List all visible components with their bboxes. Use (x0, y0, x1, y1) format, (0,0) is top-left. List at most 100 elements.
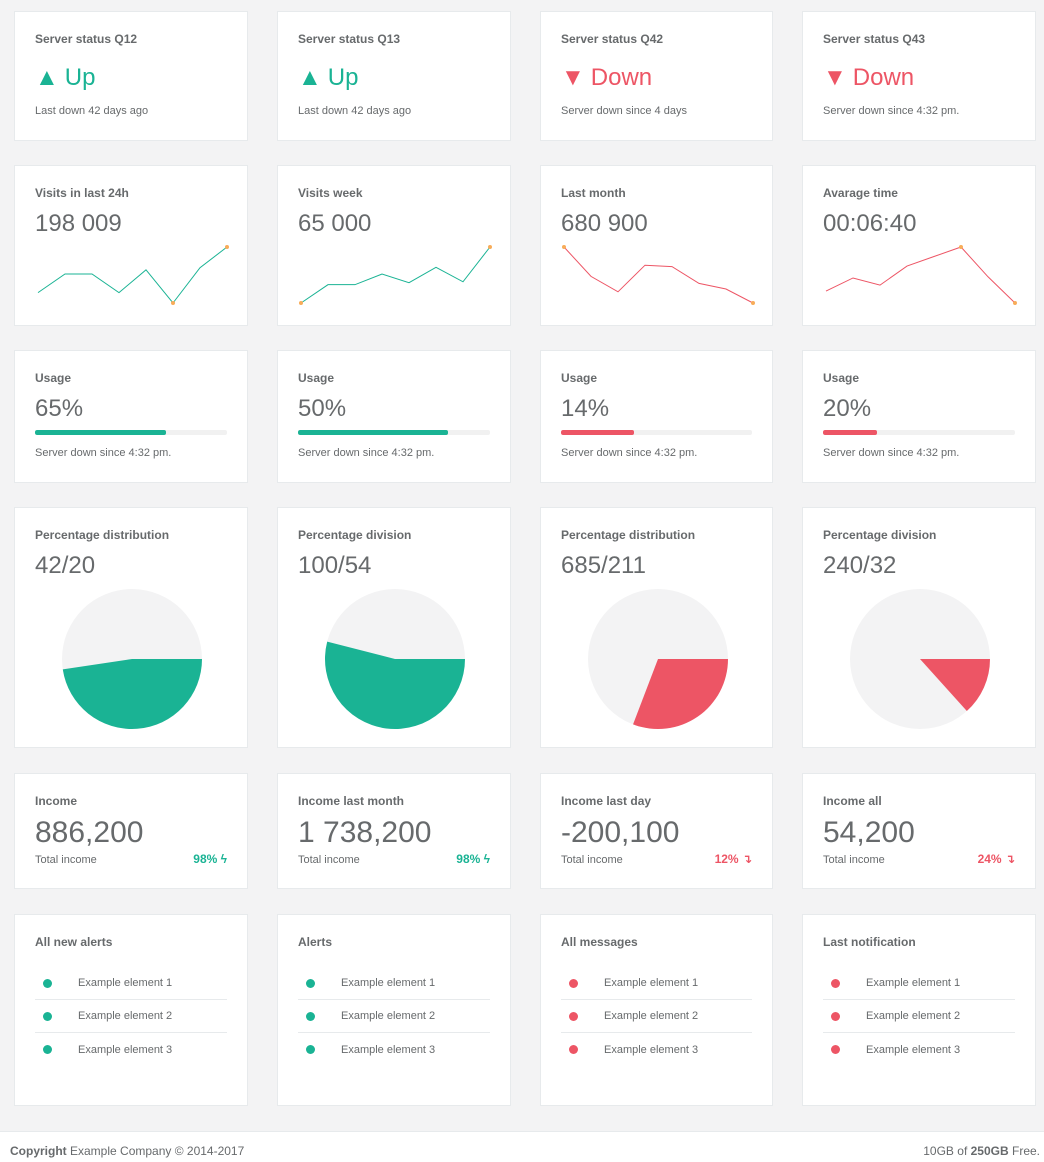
list-widget-new-alerts: All new alerts Example element 1 Example… (14, 914, 248, 1106)
pie-chart (62, 589, 202, 730)
income-percent: 12% ↴ (715, 852, 752, 866)
visits-widget-24h: Visits in last 24h 198 009 (14, 165, 248, 326)
list-item[interactable]: Example element 3 (298, 1033, 490, 1066)
status-dot-icon (306, 1011, 315, 1021)
widget-value: 42/20 (35, 552, 96, 579)
pie-widget-4: Percentage division 240/32 (802, 507, 1036, 748)
list-item-label: Example element 3 (604, 1043, 699, 1056)
income-widget-4: Income all 54,200 Total income 24% ↴ (802, 773, 1036, 889)
usage-progress (298, 430, 490, 435)
usage-progress (35, 430, 227, 435)
status-widget-q13: Server status Q13 ▲ Up Last down 42 days … (277, 11, 511, 141)
usage-widget-4: Usage 20% Server down since 4:32 pm. (802, 350, 1036, 483)
list-item[interactable]: Example element 1 (35, 967, 227, 1000)
list-item[interactable]: Example element 1 (561, 967, 752, 1000)
widget-title: Income last month (298, 794, 405, 808)
status-dot-icon (831, 978, 840, 988)
list-item-label: Example element 3 (866, 1043, 961, 1056)
income-label: Total income (823, 854, 885, 866)
visits-widget-week: Visits week 65 000 (277, 165, 511, 326)
list-item[interactable]: Example element 1 (823, 967, 1015, 1000)
widget-title: Server status Q43 (823, 32, 926, 46)
list-widget-notification: Last notification Example element 1 Exam… (802, 914, 1036, 1106)
progress-bar (298, 430, 448, 435)
sparkline-chart (825, 245, 1017, 305)
widget-title: Income all (823, 794, 882, 808)
storage-of: of (953, 1144, 971, 1158)
sparkline-series (825, 246, 1016, 304)
usage-widget-1: Usage 65% Server down since 4:32 pm. (14, 350, 248, 483)
sparkline-chart (562, 245, 755, 305)
level-down-icon: ↴ (1004, 852, 1015, 866)
income-widget-1: Income 886,200 Total income 98% ϟ (14, 773, 248, 889)
list-item[interactable]: Example element 3 (823, 1033, 1015, 1066)
status-label: Down (852, 64, 915, 91)
income-value: 1 738,200 (298, 816, 432, 849)
status-dot-icon (43, 1045, 52, 1054)
visits-widget-time: Avarage time 00:06:40 (802, 165, 1036, 326)
income-label: Total income (35, 854, 97, 866)
percent-value: 98% (193, 852, 218, 866)
pie-chart (850, 589, 990, 729)
widget-value: 00:06:40 (823, 210, 917, 237)
widget-title: Percentage division (823, 528, 937, 542)
level-down-icon: ↴ (741, 852, 752, 866)
percent-value: 98% (456, 852, 481, 866)
status-note: Last down 42 days ago (298, 105, 412, 117)
widget-title: Percentage distribution (35, 528, 170, 542)
sparkline-series (300, 246, 491, 304)
status-value: ▼ Down (823, 64, 914, 92)
list-item-label: Example element 1 (604, 977, 699, 989)
sparkline-chart (299, 245, 492, 305)
widget-title: Last notification (823, 935, 916, 949)
status-dot-icon (43, 978, 52, 988)
income-value: 54,200 (823, 816, 915, 849)
income-percent: 98% ϟ (193, 852, 227, 866)
widget-title: Last month (561, 186, 626, 200)
list-item[interactable]: Example element 2 (35, 1000, 227, 1033)
status-dot-icon (569, 1045, 578, 1054)
sparkline-marker (488, 245, 492, 249)
list-widget-messages: All messages Example element 1 Example e… (540, 914, 773, 1106)
status-note: Server down since 4:32 pm. (823, 105, 960, 117)
list-item[interactable]: Example element 2 (823, 1000, 1015, 1033)
list-item[interactable]: Example element 2 (561, 1000, 752, 1033)
sparkline-marker (1013, 301, 1017, 305)
widget-title: Income last day (561, 794, 652, 808)
list-widget-alerts: Alerts Example element 1 Example element… (277, 914, 511, 1106)
triangle-down-icon: ▼ (561, 64, 585, 91)
sparkline-series (37, 246, 228, 304)
sparkline-marker (959, 245, 963, 249)
widget-title: All messages (561, 935, 638, 949)
widget-value: 240/32 (823, 552, 897, 579)
widget-title: Server status Q42 (561, 32, 664, 46)
pie-widget-2: Percentage division 100/54 (277, 507, 511, 748)
list-item[interactable]: Example element 2 (298, 1000, 490, 1033)
bolt-icon: ϟ (483, 852, 490, 866)
list-item[interactable]: Example element 3 (35, 1033, 227, 1066)
usage-note: Server down since 4:32 pm. (561, 447, 698, 459)
usage-progress (561, 430, 752, 435)
storage-total: 250GB (970, 1144, 1009, 1158)
triangle-up-icon: ▲ (298, 64, 322, 91)
item-list: Example element 1 Example element 2 Exam… (35, 967, 227, 1066)
status-value: ▲ Up (298, 64, 358, 92)
copyright-label: Copyright (10, 1144, 67, 1158)
widget-title: Visits in last 24h (35, 186, 129, 200)
widget-value: 685/211 (561, 552, 646, 579)
pie-widget-3: Percentage distribution 685/211 (540, 507, 773, 748)
widget-value: 50% (298, 395, 347, 422)
pie-chart (588, 589, 728, 729)
usage-progress (823, 430, 1015, 435)
list-item[interactable]: Example element 3 (561, 1033, 752, 1066)
income-percent: 98% ϟ (456, 852, 490, 866)
pie-slice-value (62, 659, 202, 730)
income-percent: 24% ↴ (978, 852, 1015, 866)
widget-title: Server status Q13 (298, 32, 401, 46)
list-item-label: Example element 1 (341, 977, 436, 989)
list-item-label: Example element 1 (866, 977, 961, 989)
widget-value: 20% (823, 395, 872, 422)
status-label: Up (64, 64, 96, 91)
list-item[interactable]: Example element 1 (298, 967, 490, 1000)
sparkline-marker (751, 301, 755, 305)
